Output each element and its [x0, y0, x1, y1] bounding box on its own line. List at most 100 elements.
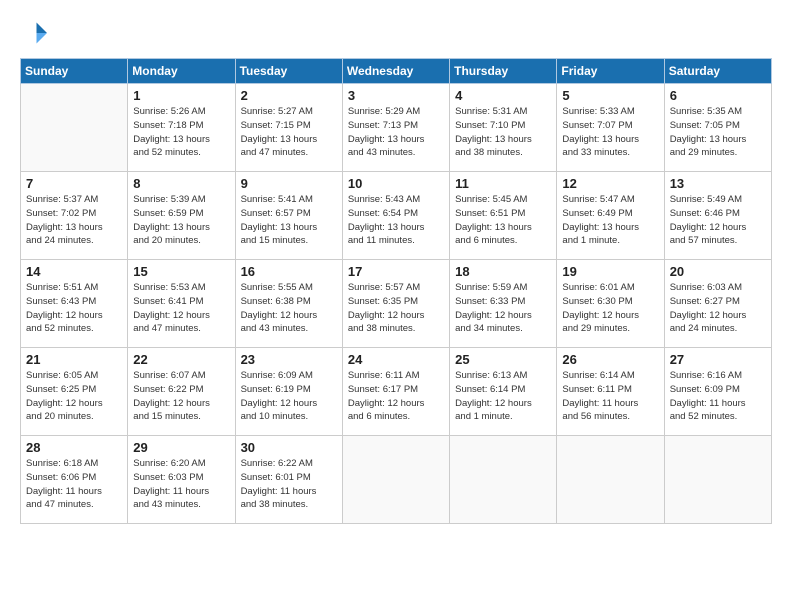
- day-info: Sunrise: 6:16 AM Sunset: 6:09 PM Dayligh…: [670, 369, 767, 424]
- day-number: 15: [133, 264, 230, 279]
- day-cell: 25Sunrise: 6:13 AM Sunset: 6:14 PM Dayli…: [450, 348, 557, 436]
- day-number: 22: [133, 352, 230, 367]
- day-cell: 2Sunrise: 5:27 AM Sunset: 7:15 PM Daylig…: [235, 84, 342, 172]
- day-number: 17: [348, 264, 445, 279]
- day-cell: 18 Sunrise: 5:59 AM Sunset: 6:33 PM Dayli…: [450, 260, 557, 348]
- day-cell: 29 Sunrise: 6:20 AM Sunset: 6:03 PM Dayli…: [128, 436, 235, 524]
- day-info: Sunrise: 5:35 AM Sunset: 7:05 PM Dayligh…: [670, 105, 767, 160]
- day-info: Sunrise: 5:39 AM Sunset: 6:59 PM Dayligh…: [133, 193, 230, 248]
- day-cell: 17 Sunrise: 5:57 AM Sunset: 6:35 PM Dayli…: [342, 260, 449, 348]
- day-number: 18: [455, 264, 552, 279]
- day-info: Sunrise: 6:14 AM Sunset: 6:11 PM Dayligh…: [562, 369, 659, 424]
- day-number: 13: [670, 176, 767, 191]
- day-info: Sunrise: 5:33 AM Sunset: 7:07 PM Dayligh…: [562, 105, 659, 160]
- day-info: Sunrise: 5:26 AM Sunset: 7:18 PM Dayligh…: [133, 105, 230, 160]
- day-number: 29: [133, 440, 230, 455]
- day-info: Sunrise: 5:53 AM Sunset: 6:41 PM Dayligh…: [133, 281, 230, 336]
- day-number: 26: [562, 352, 659, 367]
- day-number: 20: [670, 264, 767, 279]
- day-cell: 26 Sunrise: 6:14 AM Sunset: 6:11 PM Dayli…: [557, 348, 664, 436]
- weekday-header-thursday: Thursday: [450, 59, 557, 84]
- day-info: Sunrise: 6:03 AM Sunset: 6:27 PM Dayligh…: [670, 281, 767, 336]
- day-number: 16: [241, 264, 338, 279]
- day-cell: 3 Sunrise: 5:29 AM Sunset: 7:13 PM Daylig…: [342, 84, 449, 172]
- day-number: 21: [26, 352, 123, 367]
- day-number: 28: [26, 440, 123, 455]
- day-cell: [664, 436, 771, 524]
- day-number: 4: [455, 88, 552, 103]
- day-number: 6: [670, 88, 767, 103]
- day-info: Sunrise: 5:43 AM Sunset: 6:54 PM Dayligh…: [348, 193, 445, 248]
- day-cell: 24Sunrise: 6:11 AM Sunset: 6:17 PM Dayli…: [342, 348, 449, 436]
- day-info: Sunrise: 6:18 AM Sunset: 6:06 PM Dayligh…: [26, 457, 123, 512]
- day-info: Sunrise: 5:49 AM Sunset: 6:46 PM Dayligh…: [670, 193, 767, 248]
- day-cell: 13 Sunrise: 5:49 AM Sunset: 6:46 PM Dayli…: [664, 172, 771, 260]
- day-cell: 21 Sunrise: 6:05 AM Sunset: 6:25 PM Dayli…: [21, 348, 128, 436]
- page-header: [20, 18, 772, 48]
- day-cell: 7Sunrise: 5:37 AM Sunset: 7:02 PM Daylig…: [21, 172, 128, 260]
- calendar-table: SundayMondayTuesdayWednesdayThursdayFrid…: [20, 58, 772, 524]
- weekday-header-saturday: Saturday: [664, 59, 771, 84]
- day-cell: 6 Sunrise: 5:35 AM Sunset: 7:05 PM Daylig…: [664, 84, 771, 172]
- day-number: 10: [348, 176, 445, 191]
- weekday-header-tuesday: Tuesday: [235, 59, 342, 84]
- day-cell: 27 Sunrise: 6:16 AM Sunset: 6:09 PM Dayli…: [664, 348, 771, 436]
- day-number: 14: [26, 264, 123, 279]
- day-cell: 20 Sunrise: 6:03 AM Sunset: 6:27 PM Dayli…: [664, 260, 771, 348]
- day-cell: 15 Sunrise: 5:53 AM Sunset: 6:41 PM Dayli…: [128, 260, 235, 348]
- day-number: 9: [241, 176, 338, 191]
- day-number: 23: [241, 352, 338, 367]
- day-info: Sunrise: 5:59 AM Sunset: 6:33 PM Dayligh…: [455, 281, 552, 336]
- day-info: Sunrise: 5:31 AM Sunset: 7:10 PM Dayligh…: [455, 105, 552, 160]
- weekday-header-monday: Monday: [128, 59, 235, 84]
- day-info: Sunrise: 6:09 AM Sunset: 6:19 PM Dayligh…: [241, 369, 338, 424]
- weekday-header-sunday: Sunday: [21, 59, 128, 84]
- day-cell: [557, 436, 664, 524]
- day-cell: 4 Sunrise: 5:31 AM Sunset: 7:10 PM Daylig…: [450, 84, 557, 172]
- day-number: 25: [455, 352, 552, 367]
- day-info: Sunrise: 6:11 AM Sunset: 6:17 PM Dayligh…: [348, 369, 445, 424]
- day-cell: 14Sunrise: 5:51 AM Sunset: 6:43 PM Dayli…: [21, 260, 128, 348]
- day-number: 19: [562, 264, 659, 279]
- logo-icon: [20, 18, 50, 48]
- day-cell: 1Sunrise: 5:26 AM Sunset: 7:18 PM Daylig…: [128, 84, 235, 172]
- day-info: Sunrise: 5:27 AM Sunset: 7:15 PM Dayligh…: [241, 105, 338, 160]
- day-info: Sunrise: 5:41 AM Sunset: 6:57 PM Dayligh…: [241, 193, 338, 248]
- day-cell: 23 Sunrise: 6:09 AM Sunset: 6:19 PM Dayli…: [235, 348, 342, 436]
- day-cell: 9 Sunrise: 5:41 AM Sunset: 6:57 PM Daylig…: [235, 172, 342, 260]
- day-info: Sunrise: 6:01 AM Sunset: 6:30 PM Dayligh…: [562, 281, 659, 336]
- week-row-3: 14Sunrise: 5:51 AM Sunset: 6:43 PM Dayli…: [21, 260, 772, 348]
- week-row-5: 28 Sunrise: 6:18 AM Sunset: 6:06 PM Dayli…: [21, 436, 772, 524]
- day-cell: 22 Sunrise: 6:07 AM Sunset: 6:22 PM Dayli…: [128, 348, 235, 436]
- day-number: 12: [562, 176, 659, 191]
- day-number: 5: [562, 88, 659, 103]
- day-info: Sunrise: 5:55 AM Sunset: 6:38 PM Dayligh…: [241, 281, 338, 336]
- day-cell: [342, 436, 449, 524]
- day-info: Sunrise: 6:20 AM Sunset: 6:03 PM Dayligh…: [133, 457, 230, 512]
- day-number: 27: [670, 352, 767, 367]
- day-cell: 19 Sunrise: 6:01 AM Sunset: 6:30 PM Dayli…: [557, 260, 664, 348]
- day-cell: 5 Sunrise: 5:33 AM Sunset: 7:07 PM Daylig…: [557, 84, 664, 172]
- day-cell: [21, 84, 128, 172]
- weekday-header-row: SundayMondayTuesdayWednesdayThursdayFrid…: [21, 59, 772, 84]
- day-info: Sunrise: 5:47 AM Sunset: 6:49 PM Dayligh…: [562, 193, 659, 248]
- week-row-1: 1Sunrise: 5:26 AM Sunset: 7:18 PM Daylig…: [21, 84, 772, 172]
- day-number: 3: [348, 88, 445, 103]
- logo: [20, 18, 54, 48]
- week-row-4: 21 Sunrise: 6:05 AM Sunset: 6:25 PM Dayli…: [21, 348, 772, 436]
- day-cell: 8Sunrise: 5:39 AM Sunset: 6:59 PM Daylig…: [128, 172, 235, 260]
- weekday-header-friday: Friday: [557, 59, 664, 84]
- day-info: Sunrise: 5:57 AM Sunset: 6:35 PM Dayligh…: [348, 281, 445, 336]
- day-info: Sunrise: 6:05 AM Sunset: 6:25 PM Dayligh…: [26, 369, 123, 424]
- day-cell: 16 Sunrise: 5:55 AM Sunset: 6:38 PM Dayli…: [235, 260, 342, 348]
- day-info: Sunrise: 6:22 AM Sunset: 6:01 PM Dayligh…: [241, 457, 338, 512]
- week-row-2: 7Sunrise: 5:37 AM Sunset: 7:02 PM Daylig…: [21, 172, 772, 260]
- day-cell: 28 Sunrise: 6:18 AM Sunset: 6:06 PM Dayli…: [21, 436, 128, 524]
- day-cell: 30 Sunrise: 6:22 AM Sunset: 6:01 PM Dayli…: [235, 436, 342, 524]
- day-cell: 11Sunrise: 5:45 AM Sunset: 6:51 PM Dayli…: [450, 172, 557, 260]
- day-number: 30: [241, 440, 338, 455]
- day-info: Sunrise: 5:29 AM Sunset: 7:13 PM Dayligh…: [348, 105, 445, 160]
- day-cell: 10 Sunrise: 5:43 AM Sunset: 6:54 PM Dayli…: [342, 172, 449, 260]
- day-info: Sunrise: 6:07 AM Sunset: 6:22 PM Dayligh…: [133, 369, 230, 424]
- day-info: Sunrise: 5:37 AM Sunset: 7:02 PM Dayligh…: [26, 193, 123, 248]
